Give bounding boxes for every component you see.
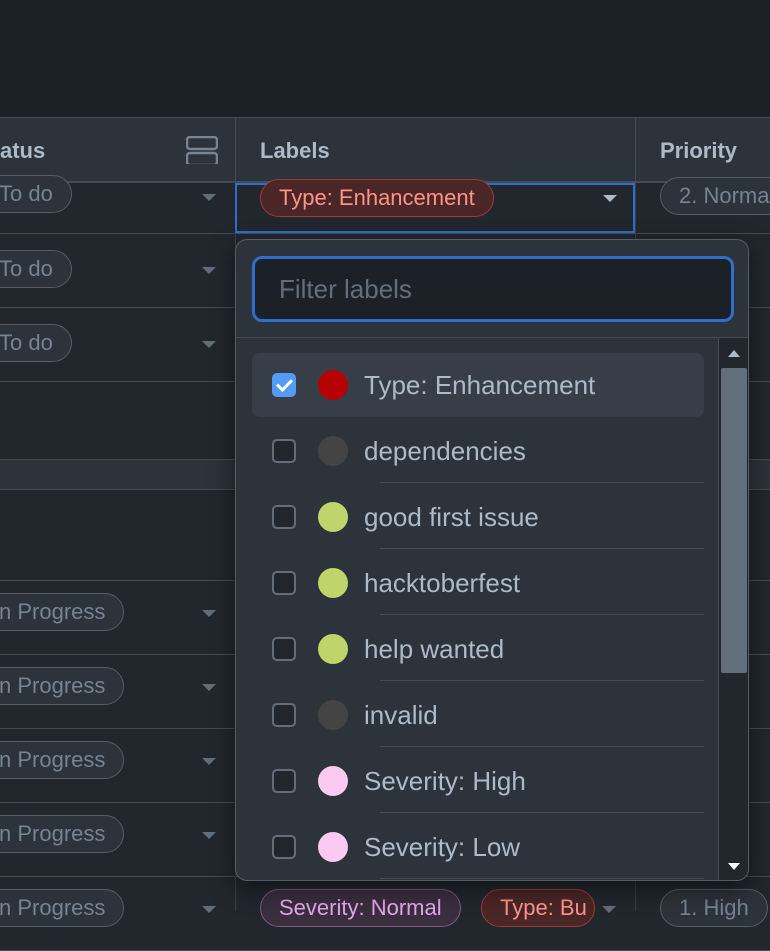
label-name: Type: Enhancement: [364, 370, 596, 400]
chevron-down-icon[interactable]: [202, 758, 216, 765]
status-pill[interactable]: n Progress: [0, 667, 125, 705]
divider: [380, 878, 704, 879]
row-density-icon[interactable]: [186, 136, 218, 164]
labels-dropdown: Type: Enhancement dependencies good firs…: [235, 239, 749, 881]
priority-column-header[interactable]: Priority: [660, 118, 737, 182]
label-color-swatch: [318, 700, 348, 730]
status-pill[interactable]: To do: [0, 324, 72, 362]
table-row: n Progress Severity: Normal Type: Bu 1. …: [0, 877, 770, 951]
label-name: Severity: High: [364, 766, 526, 796]
divider: [380, 746, 704, 747]
divider: [380, 812, 704, 813]
checkbox[interactable]: [272, 505, 296, 529]
column-divider[interactable]: [235, 118, 236, 182]
status-pill[interactable]: n Progress: [0, 593, 125, 631]
checkbox[interactable]: [272, 769, 296, 793]
label-name: good first issue: [364, 502, 539, 532]
checkbox[interactable]: [272, 703, 296, 727]
label-pill[interactable]: Type: Bu: [481, 889, 595, 927]
column-divider[interactable]: [635, 118, 636, 182]
label-pill[interactable]: Severity: Normal: [260, 889, 461, 927]
label-name: Severity: Low: [364, 832, 521, 862]
status-pill[interactable]: n Progress: [0, 889, 125, 927]
active-labels-cell[interactable]: Type: Enhancement: [235, 179, 635, 233]
label-name: help wanted: [364, 634, 505, 664]
divider: [380, 614, 704, 615]
label-color-swatch: [318, 634, 348, 664]
checkbox-checked[interactable]: [272, 373, 296, 397]
scrollbar-thumb[interactable]: [721, 368, 747, 673]
status-pill[interactable]: n Progress: [0, 815, 125, 853]
label-pill[interactable]: Type: Enhancement: [260, 179, 494, 217]
top-bar: [0, 0, 770, 117]
chevron-down-icon[interactable]: [602, 906, 616, 913]
priority-pill[interactable]: 1. High: [660, 889, 768, 927]
scroll-up-icon[interactable]: [728, 350, 740, 357]
table-header: atus Labels Priority: [0, 117, 770, 183]
label-color-swatch: [318, 502, 348, 532]
label-name: invalid: [364, 700, 438, 730]
checkbox[interactable]: [272, 571, 296, 595]
labels-column-header[interactable]: Labels: [260, 118, 330, 182]
list-item[interactable]: good first issue: [252, 485, 704, 549]
list-item[interactable]: hacktoberfest: [252, 551, 704, 615]
checkbox[interactable]: [272, 637, 296, 661]
list-item[interactable]: invalid: [252, 683, 704, 747]
divider: [380, 548, 704, 549]
chevron-down-icon[interactable]: [202, 832, 216, 839]
chevron-down-icon[interactable]: [202, 267, 216, 274]
divider: [380, 482, 704, 483]
priority-pill[interactable]: 2. Norma: [660, 177, 770, 215]
status-pill[interactable]: To do: [0, 250, 72, 288]
list-item[interactable]: Type: Enhancement: [252, 353, 704, 417]
status-column-header[interactable]: atus: [0, 118, 45, 182]
scrollbar[interactable]: [718, 338, 748, 880]
chevron-down-icon[interactable]: [603, 195, 617, 202]
list-item[interactable]: help wanted: [252, 617, 704, 681]
label-color-swatch: [318, 568, 348, 598]
checkbox[interactable]: [272, 835, 296, 859]
chevron-down-icon[interactable]: [202, 906, 216, 913]
labels-list: Type: Enhancement dependencies good firs…: [236, 338, 718, 880]
divider: [380, 680, 704, 681]
scroll-down-icon[interactable]: [728, 863, 740, 870]
list-item[interactable]: Severity: Low: [252, 815, 704, 879]
label-name: hacktoberfest: [364, 568, 521, 598]
label-name: dependencies: [364, 436, 526, 466]
status-pill[interactable]: n Progress: [0, 741, 125, 779]
chevron-down-icon[interactable]: [202, 610, 216, 617]
label-color-swatch: [318, 766, 348, 796]
checkbox[interactable]: [272, 439, 296, 463]
chevron-down-icon[interactable]: [202, 194, 216, 201]
label-color-swatch: [318, 370, 348, 400]
list-item[interactable]: dependencies: [252, 419, 704, 483]
chevron-down-icon[interactable]: [202, 341, 216, 348]
label-color-swatch: [318, 436, 348, 466]
chevron-down-icon[interactable]: [202, 684, 216, 691]
filter-labels-input[interactable]: [252, 256, 734, 322]
label-color-swatch: [318, 832, 348, 862]
list-item[interactable]: Severity: High: [252, 749, 704, 813]
status-pill[interactable]: To do: [0, 175, 72, 213]
